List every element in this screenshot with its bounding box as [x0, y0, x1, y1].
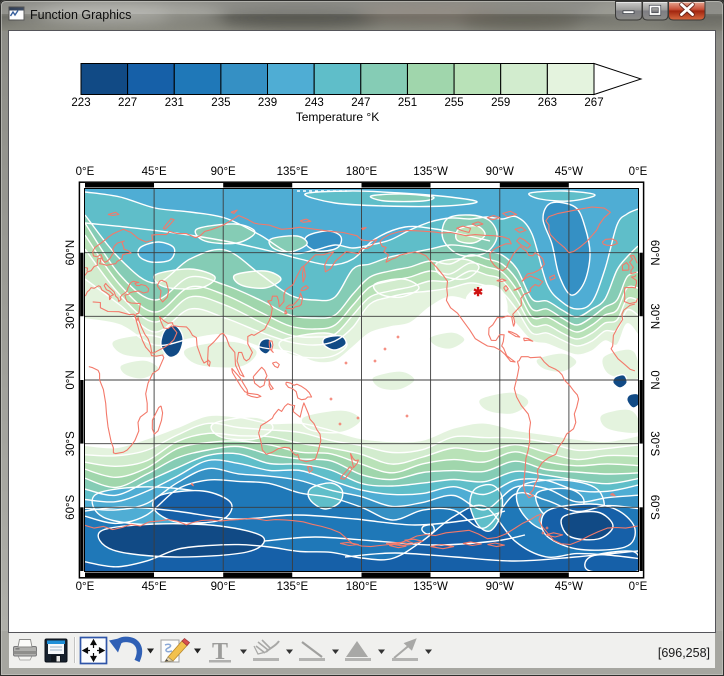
svg-text:263: 263	[538, 97, 557, 109]
svg-text:45°E: 45°E	[142, 166, 167, 178]
svg-text:239: 239	[258, 97, 277, 109]
svg-text:247: 247	[351, 97, 370, 109]
svg-text:180°E: 180°E	[346, 581, 378, 593]
svg-text:45°E: 45°E	[142, 581, 167, 593]
svg-text:✱: ✱	[473, 285, 483, 299]
svg-text:45°W: 45°W	[555, 581, 583, 593]
svg-text:243: 243	[305, 97, 324, 109]
svg-text:227: 227	[118, 97, 137, 109]
svg-text:135°W: 135°W	[413, 166, 448, 178]
svg-text:45°W: 45°W	[555, 166, 583, 178]
svg-text:135°W: 135°W	[413, 581, 448, 593]
svg-text:231: 231	[165, 97, 184, 109]
svg-text:251: 251	[398, 97, 417, 109]
svg-text:223: 223	[71, 97, 90, 109]
svg-text:60°S: 60°S	[648, 495, 660, 520]
svg-text:235: 235	[211, 97, 230, 109]
svg-text:90°W: 90°W	[486, 581, 514, 593]
svg-text:60°N: 60°N	[648, 240, 660, 266]
svg-text:90°W: 90°W	[486, 166, 514, 178]
svg-text:0°E: 0°E	[76, 166, 95, 178]
svg-text:30°N: 30°N	[648, 303, 660, 329]
svg-text:Function Graphics: Function Graphics	[30, 8, 131, 22]
svg-text:90°E: 90°E	[211, 581, 236, 593]
svg-text:60°S: 60°S	[65, 494, 77, 519]
svg-text:255: 255	[445, 97, 464, 109]
svg-text:0°N: 0°N	[648, 370, 660, 389]
svg-text:0°E: 0°E	[629, 166, 648, 178]
svg-text:0°N: 0°N	[65, 370, 77, 389]
svg-text:135°E: 135°E	[277, 581, 309, 593]
svg-text:90°E: 90°E	[211, 166, 236, 178]
svg-text:259: 259	[491, 97, 510, 109]
svg-text:30°S: 30°S	[65, 431, 77, 456]
svg-text:Temperature °K: Temperature °K	[296, 110, 380, 124]
svg-text:0°E: 0°E	[76, 581, 95, 593]
svg-text:60°N: 60°N	[65, 240, 77, 266]
svg-text:135°E: 135°E	[277, 166, 309, 178]
svg-text:0°E: 0°E	[629, 581, 648, 593]
svg-text:30°S: 30°S	[648, 431, 660, 456]
svg-text:180°E: 180°E	[346, 166, 378, 178]
svg-text:30°N: 30°N	[65, 303, 77, 329]
svg-text:[696,258]: [696,258]	[658, 646, 710, 660]
svg-text:267: 267	[584, 97, 603, 109]
